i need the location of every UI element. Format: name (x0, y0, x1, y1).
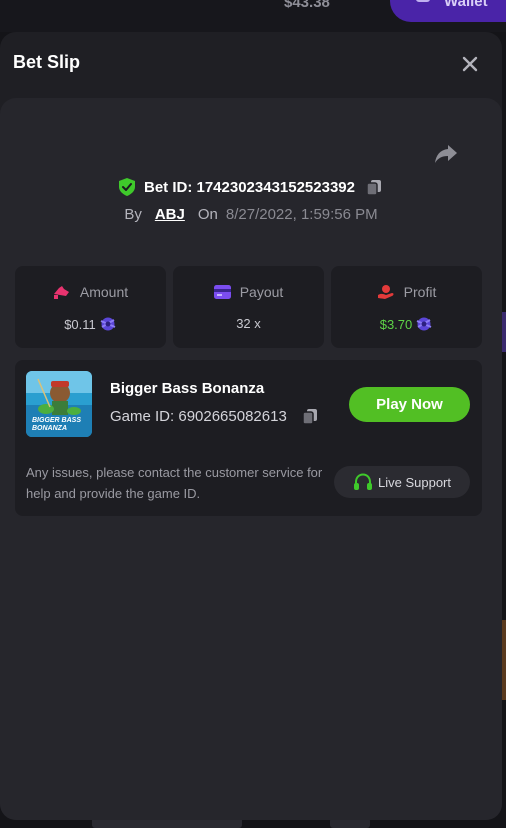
on-label: On (197, 206, 218, 223)
stat-profit: Profit $3.70 (331, 266, 482, 348)
stat-payout: Payout 32 x (173, 266, 324, 348)
game-name[interactable]: Bigger Bass Bonanza (110, 380, 264, 397)
help-text: Any issues, please contact the customer … (26, 465, 323, 501)
copy-icon[interactable] (302, 408, 318, 425)
bet-stats: Amount $0.11 Payout 32 x Profit $3.70 (15, 266, 482, 348)
close-button[interactable] (459, 53, 481, 75)
close-icon (462, 56, 478, 72)
coin-hand-icon (377, 285, 394, 299)
headset-icon (354, 473, 372, 490)
card-icon (213, 285, 231, 299)
game-id: Game ID: 6902665082613 (110, 408, 287, 425)
background-balance: $43.38 (284, 0, 330, 11)
by-label: By (124, 206, 142, 223)
verified-shield-icon (118, 178, 135, 196)
stat-label: Payout (239, 284, 284, 300)
stat-value: $0.11 (64, 316, 96, 332)
copy-icon[interactable] (366, 179, 382, 196)
bet-id: Bet ID: 1742302343152523392 (143, 178, 355, 196)
bet-byline: By ABJ On 8/27/2022, 1:59:56 PM (0, 206, 502, 223)
thumb-title-line2: BONANZA (32, 425, 67, 432)
currency-coin-icon (100, 317, 116, 331)
live-support-button[interactable]: Live Support (334, 466, 470, 498)
bet-slip-modal: Bet Slip Bet ID: 1742302343152523392 By … (0, 32, 502, 820)
stat-value: 32 x (236, 316, 261, 331)
share-icon (435, 145, 457, 163)
play-now-button[interactable]: Play Now (349, 387, 470, 422)
stat-amount: Amount $0.11 (15, 266, 166, 348)
background-wallet-label: Wallet (444, 0, 488, 10)
thumb-title-line1: BIGGER BASS (32, 417, 81, 424)
game-id-row: Game ID: 6902665082613 (110, 408, 318, 425)
game-card: BIGGER BASS BONANZA Bigger Bass Bonanza … (15, 360, 482, 516)
stat-value: $3.70 (379, 316, 413, 332)
game-thumbnail[interactable]: BIGGER BASS BONANZA (26, 371, 92, 437)
stat-label: Amount (79, 284, 129, 300)
currency-coin-icon (416, 317, 432, 331)
bet-details-panel: Bet ID: 1742302343152523392 By ABJ On 8/… (0, 98, 502, 820)
bet-id-row: Bet ID: 1742302343152523392 (0, 178, 502, 196)
user-link[interactable]: ABJ (155, 206, 185, 223)
live-support-label: Live Support (378, 474, 451, 490)
share-button[interactable] (433, 142, 459, 166)
bet-date: 8/27/2022, 1:59:56 PM (225, 206, 378, 223)
stat-label: Profit (403, 284, 437, 300)
modal-title: Bet Slip (13, 52, 81, 72)
wallet-hand-icon (53, 286, 69, 299)
wallet-icon (416, 0, 430, 2)
